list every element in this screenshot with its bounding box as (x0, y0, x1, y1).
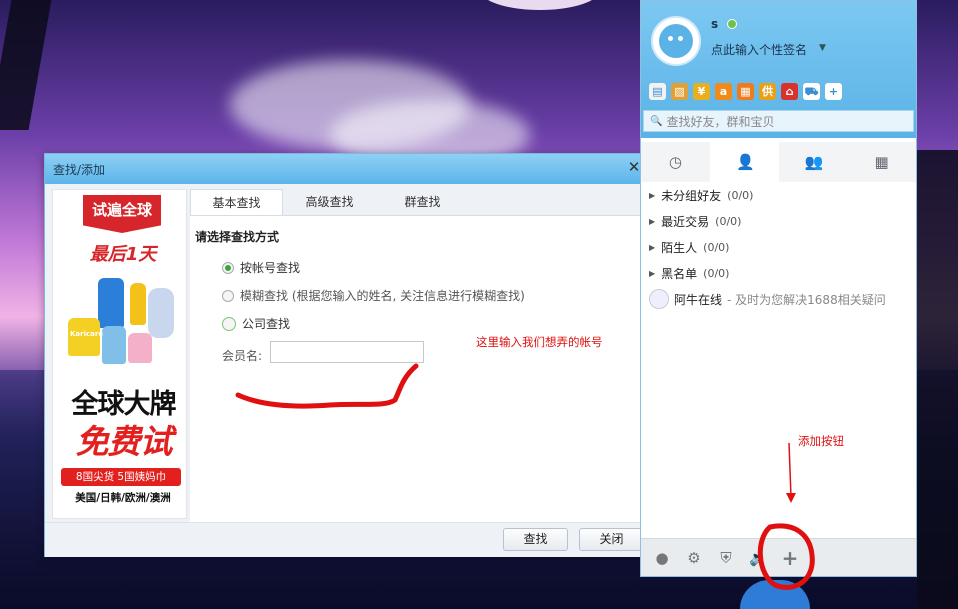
product-bottle (98, 278, 124, 328)
close-button[interactable]: 关闭 (579, 528, 644, 551)
tab-contacts[interactable]: 👤 (709, 142, 779, 182)
radio-label: 按帐号查找 (240, 261, 301, 275)
shield-icon[interactable]: ⛨ (717, 549, 735, 567)
group-count: (0/0) (703, 267, 730, 280)
tab-group[interactable]: 👥 (779, 142, 848, 182)
calendar-icon[interactable]: ▤ (649, 83, 666, 100)
annotation-add-hint: 添加按钮 (798, 434, 844, 448)
dialog-titlebar[interactable]: 查找/添加 (45, 154, 643, 184)
main-panel: s 点此输入个性签名 ▼ ▤ ▨ ¥ a ▦ 供 ⌂ ⛟ + 🔍 查找好友，群和宝贝 ◷ 👤 👥 ▦ … (640, 0, 917, 577)
contacts-icon: 👤 (736, 153, 755, 171)
panel-footer: ● ⚙ ⛨ 🔈 + (641, 538, 916, 576)
dialog-title: 查找/添加 (53, 162, 106, 177)
alibaba-icon[interactable]: a (715, 83, 732, 100)
ad-panel[interactable]: 试遍全球 最后1天 Karicare 全球大牌 免费试 8国尖货 5国姨妈巾 美… (52, 189, 187, 519)
product-dress (148, 288, 174, 338)
mascot-icon[interactable]: ● (653, 549, 671, 567)
group-icon: 👥 (804, 153, 824, 171)
dialog-body: 试遍全球 最后1天 Karicare 全球大牌 免费试 8国尖货 5国姨妈巾 美… (45, 184, 643, 522)
avatar-face-icon (659, 24, 693, 58)
radio-label: 公司查找 (242, 317, 291, 331)
member-name-input[interactable] (270, 341, 424, 363)
photo-icon[interactable]: ▨ (671, 83, 688, 100)
add-plus-icon[interactable]: + (781, 548, 799, 568)
product-brand-label: Karicare (70, 330, 104, 338)
ad-banner: 试遍全球 (83, 195, 161, 233)
cow-avatar-icon (649, 289, 669, 309)
group-item[interactable]: ▶ 最近交易 (0/0) (649, 213, 741, 230)
tab-group-search[interactable]: 群查找 (376, 189, 469, 215)
group-name: 最近交易 (661, 215, 710, 229)
tab-advanced-search[interactable]: 高级查找 (283, 189, 376, 215)
group-name: 黑名单 (661, 267, 698, 281)
panel-header: s 点此输入个性签名 ▼ ▤ ▨ ¥ a ▦ 供 ⌂ ⛟ + 🔍 查找好友，群和宝贝 (641, 1, 916, 138)
radio-label: 模糊查找 (根据您输入的姓名, 关注信息进行模糊查找) (240, 289, 525, 303)
ad-products-image: Karicare (68, 278, 178, 373)
toolbar: ▤ ▨ ¥ a ▦ 供 ⌂ ⛟ + (649, 83, 842, 100)
radio-button[interactable] (222, 289, 234, 302)
online-status-icon[interactable] (727, 19, 737, 29)
settings-icon[interactable]: ⚙ (685, 549, 703, 567)
tab-clock[interactable]: ◷ (641, 142, 710, 182)
group-item[interactable]: ▶ 陌生人 (0/0) (649, 239, 729, 256)
nav-tabs: ◷ 👤 👥 ▦ (641, 142, 916, 182)
annotation-input-hint: 这里输入我们想弄的帐号 (476, 335, 603, 349)
person-silhouette (917, 150, 958, 609)
group-item[interactable]: ▶ 未分组好友 (0/0) (649, 187, 753, 204)
contact-item[interactable]: 阿牛在线 - 及时为您解决1688相关疑问 (649, 289, 886, 309)
expand-arrow-icon: ▶ (649, 243, 656, 252)
find-add-dialog: 查找/添加 试遍全球 最后1天 Karicare 全球大牌 免费试 8国尖货 5… (44, 153, 644, 557)
speaker-icon[interactable]: 🔈 (749, 549, 768, 567)
form-heading: 请选择查找方式 (195, 230, 280, 244)
add-icon[interactable]: + (825, 83, 842, 100)
clock-icon: ◷ (668, 153, 682, 171)
avatar[interactable] (651, 16, 701, 66)
ad-regions: 美国/日韩/欧洲/澳洲 (75, 492, 171, 504)
product-bottle (130, 283, 146, 325)
member-name-label: 会员名: (222, 349, 263, 363)
expand-arrow-icon: ▶ (649, 217, 656, 226)
group-item[interactable]: ▶ 黑名单 (0/0) (649, 265, 729, 282)
shop-icon[interactable]: ⌂ (781, 83, 798, 100)
contact-desc: - 及时为您解决1688相关疑问 (727, 292, 886, 307)
group-count: (0/0) (715, 215, 742, 228)
expand-arrow-icon: ▶ (649, 191, 656, 200)
apps-icon: ▦ (874, 153, 889, 171)
palm-silhouette (0, 0, 52, 130)
search-icon: 🔍 (650, 115, 663, 127)
money-bag-icon[interactable]: ¥ (693, 83, 710, 100)
search-form: 请选择查找方式 按帐号查找 模糊查找 (根据您输入的姓名, 关注信息进行模糊查找… (190, 216, 642, 522)
nickname: s (711, 17, 719, 31)
group-name: 未分组好友 (661, 189, 722, 203)
group-count: (0/0) (727, 189, 754, 202)
product-can (102, 326, 126, 364)
grid-icon[interactable]: ▦ (737, 83, 754, 100)
search-tabs: 基本查找 高级查找 群查找 (190, 189, 640, 216)
search-button[interactable]: 查找 (503, 528, 568, 551)
radio-account-search[interactable]: 按帐号查找 (222, 259, 300, 276)
moon-shape (480, 0, 600, 10)
tab-basic-search[interactable]: 基本查找 (190, 189, 283, 215)
cart-icon[interactable]: ⛟ (803, 83, 820, 100)
expand-arrow-icon: ▶ (649, 269, 656, 278)
supply-icon[interactable]: 供 (759, 83, 776, 100)
group-name: 陌生人 (661, 241, 698, 255)
radio-fuzzy-search[interactable]: 模糊查找 (根据您输入的姓名, 关注信息进行模糊查找) (222, 287, 525, 304)
radio-company-search[interactable]: 公司查找 (222, 315, 290, 332)
radio-button[interactable] (222, 261, 234, 274)
ad-last-day: 最后1天 (89, 244, 157, 265)
ad-headline-free: 免费试 (75, 422, 173, 461)
product-box (128, 333, 152, 363)
signature-field[interactable]: 点此输入个性签名 (711, 41, 807, 58)
ad-subline: 8国尖货 5国姨妈巾 (61, 468, 181, 486)
dialog-button-bar: 查找 关闭 (45, 522, 644, 557)
contact-name: 阿牛在线 (674, 292, 723, 307)
search-input[interactable]: 🔍 查找好友，群和宝贝 (643, 110, 914, 132)
group-count: (0/0) (703, 241, 730, 254)
tab-apps[interactable]: ▦ (847, 142, 916, 182)
chevron-down-icon[interactable]: ▼ (819, 43, 826, 53)
search-placeholder: 查找好友，群和宝贝 (666, 114, 775, 129)
radio-button[interactable] (222, 316, 236, 331)
